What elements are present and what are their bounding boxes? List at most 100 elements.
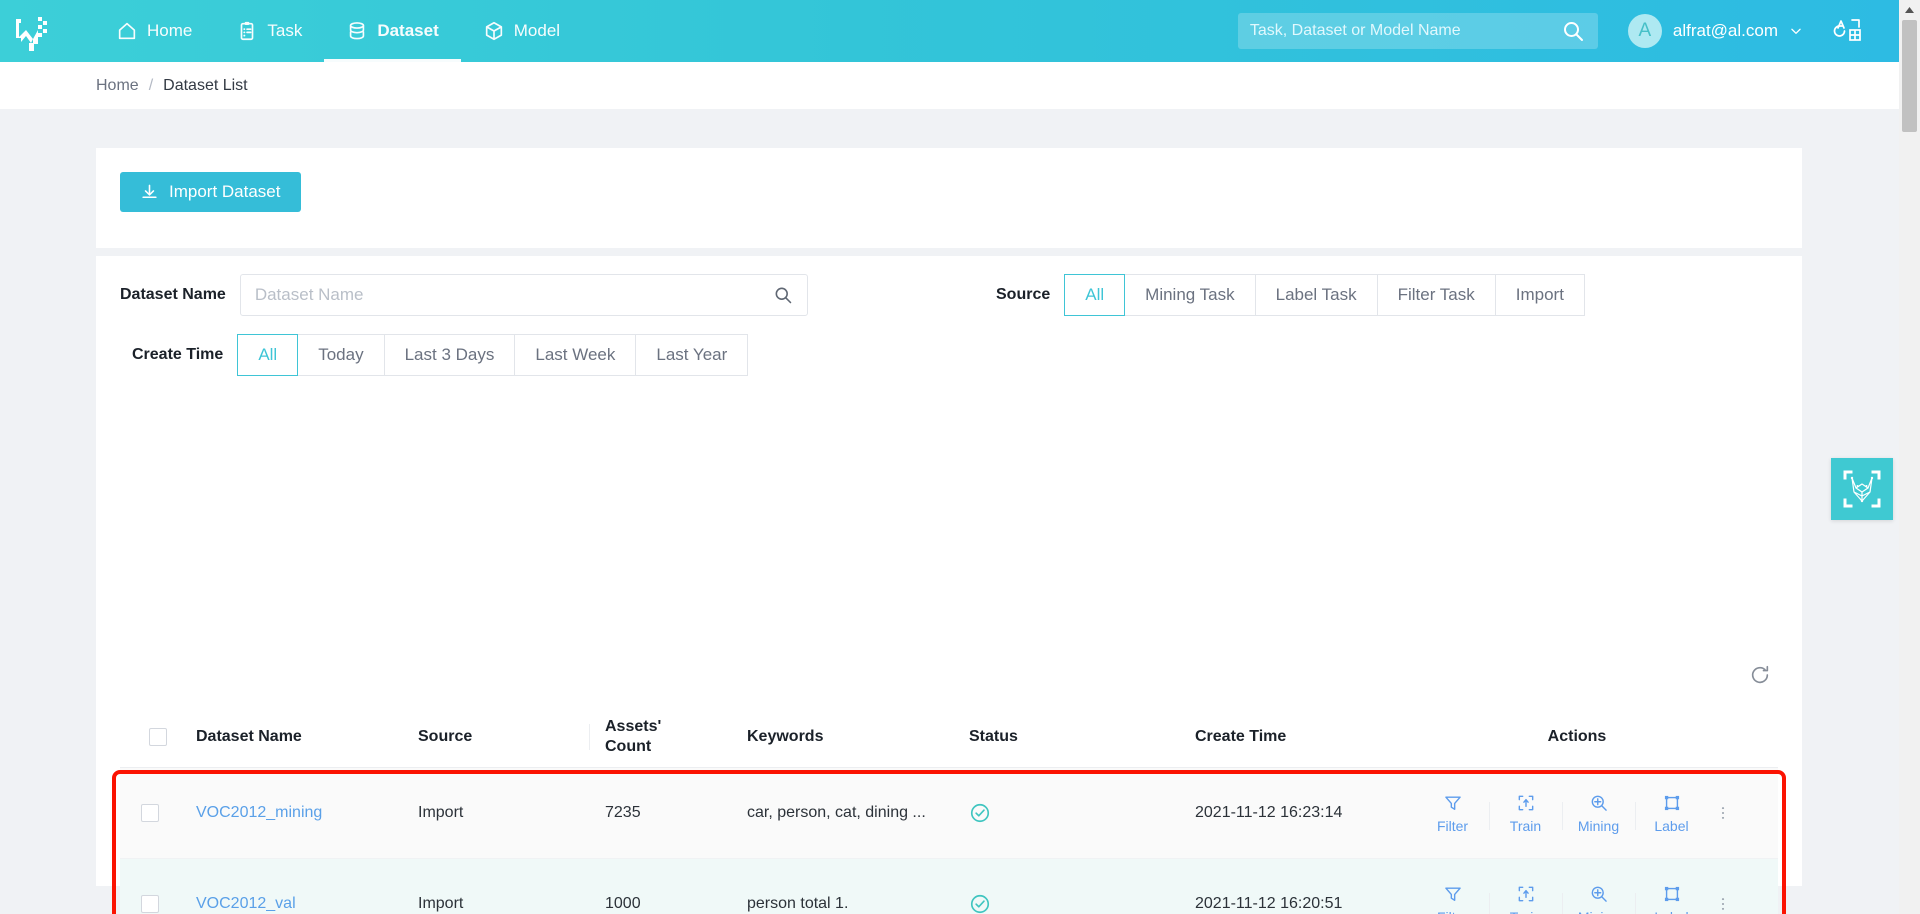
header-right-group: A alfrat@al.com [1237,13,1899,49]
action-filter[interactable]: Filter [1416,884,1489,914]
create-time-option-all[interactable]: All [237,334,299,376]
action-label-label: Label [1654,909,1688,914]
column-header-create-time[interactable]: Create Time [1179,706,1376,767]
train-target-icon [1518,795,1533,810]
dataset-name-search-field[interactable] [239,274,808,316]
dataset-name-link[interactable]: VOC2012_val [196,895,296,913]
nav-item-dataset[interactable]: Dataset [324,0,462,62]
search-icon [775,287,792,304]
database-icon [350,22,365,40]
main-nav: Home Task Dataset Model [94,0,582,62]
create-time-option-today[interactable]: Today [298,334,385,376]
magnifier-plus-icon [1591,886,1607,902]
global-search-button[interactable] [1560,18,1586,44]
row-action-group: Filter Train [1376,793,1778,834]
dataset-name-input[interactable] [254,285,773,305]
breadcrumb: Home / Dataset List [0,62,1899,109]
magnifier-plus-icon [1591,795,1607,811]
dataset-table: Dataset Name Source Assets' Count Keywor… [112,706,1786,914]
column-header-assets-count[interactable]: Assets' Count [589,706,731,767]
search-icon [1563,22,1583,41]
page-root: Home Task Dataset Model Task, Dataset or… [0,0,1920,914]
column-header-actions: Actions [1547,727,1607,745]
nav-label-model: Model [513,21,561,40]
row-select-cell [120,768,180,858]
source-option-import[interactable]: Import [1495,274,1585,316]
nav-label-dataset: Dataset [377,21,439,40]
clipboard-icon [241,21,254,41]
more-vertical-icon [1721,807,1725,819]
column-header-status[interactable]: Status [953,706,1179,767]
cell-assets-count: 7235 [605,804,641,821]
action-label[interactable]: Label [1635,793,1708,834]
source-option-filter-task[interactable]: Filter Task [1377,274,1496,316]
import-card: Import Dataset [96,148,1802,248]
create-time-segment-group: All Today Last 3 Days Last Week Last Yea… [237,334,749,376]
cell-actions: Filter Train [1376,859,1778,914]
cell-dataset-name: VOC2012_mining [180,768,402,858]
home-icon [118,22,136,40]
action-filter[interactable]: Filter [1416,793,1489,834]
source-segment-group: All Mining Task Label Task Filter Task I… [1064,274,1585,316]
row-more-actions-button[interactable] [1708,895,1738,913]
dataset-name-link[interactable]: VOC2012_mining [196,804,322,822]
download-icon [142,184,157,198]
column-header-dataset-name[interactable]: Dataset Name [180,706,402,767]
user-menu[interactable]: A alfrat@al.com [1627,14,1803,48]
cell-actions: Filter Train [1376,768,1778,858]
refresh-button[interactable] [1742,658,1778,692]
cell-status [953,768,1179,858]
action-train-label: Train [1509,817,1542,834]
nav-label-home: Home [147,21,193,40]
column-header-source[interactable]: Source [402,706,589,767]
import-dataset-button[interactable]: Import Dataset [120,172,301,212]
cell-source: Import [418,804,464,821]
cell-assets-count: 1000 [605,895,641,912]
assets-count-line2: Count [605,737,652,755]
action-mining[interactable]: Mining [1562,884,1635,914]
language-switch-button[interactable] [1833,17,1863,45]
chevron-down-icon [1791,28,1801,34]
action-mining[interactable]: Mining [1562,793,1635,834]
assistant-widget-button[interactable] [1831,458,1893,520]
bounding-box-icon [1664,795,1679,810]
table-row[interactable]: VOC2012_val Import 1000 person total 1. … [120,859,1778,914]
scrollbar-thumb[interactable] [1902,20,1917,132]
ymir-logo-icon [16,17,47,51]
dataset-name-search-button[interactable] [773,285,793,305]
create-time-option-last-3-days[interactable]: Last 3 Days [384,334,516,376]
action-label[interactable]: Label [1635,884,1708,914]
table-header-row: Dataset Name Source Assets' Count Keywor… [120,706,1778,768]
funnel-icon [1444,795,1461,810]
row-more-actions-button[interactable] [1708,804,1738,822]
nav-label-task: Task [267,21,303,40]
create-time-option-last-year[interactable]: Last Year [636,334,749,376]
scrollbar-up-button[interactable] [1899,0,1920,20]
row-checkbox[interactable] [141,895,159,913]
train-target-icon [1518,886,1533,901]
create-time-option-last-week[interactable]: Last Week [515,334,637,376]
dataset-list-card: Dataset Name Source All Mining Task Labe… [96,256,1802,914]
filter-source-label: Source [996,286,1051,303]
table-row[interactable]: VOC2012_mining Import 7235 car, person, … [120,768,1778,859]
action-train[interactable]: Train [1489,884,1562,914]
breadcrumb-home[interactable]: Home [96,77,139,95]
nav-item-model[interactable]: Model [461,0,582,62]
nav-item-task[interactable]: Task [214,0,324,62]
app-logo[interactable] [0,0,62,62]
select-all-checkbox[interactable] [149,727,167,746]
global-search[interactable] [1237,13,1598,49]
global-search-input[interactable] [1249,22,1560,40]
action-label-label: Label [1654,817,1689,834]
breadcrumb-current: Dataset List [163,76,248,94]
column-header-keywords[interactable]: Keywords [731,706,953,767]
fox-head-icon [1843,470,1881,508]
source-option-label-task[interactable]: Label Task [1255,274,1378,316]
avatar: A [1627,14,1662,48]
nav-item-home[interactable]: Home [94,0,214,62]
page-scrollbar[interactable] [1899,0,1920,914]
source-option-mining-task[interactable]: Mining Task [1125,274,1256,316]
row-checkbox[interactable] [141,804,159,822]
source-option-all[interactable]: All [1064,274,1126,316]
action-train[interactable]: Train [1489,793,1562,834]
